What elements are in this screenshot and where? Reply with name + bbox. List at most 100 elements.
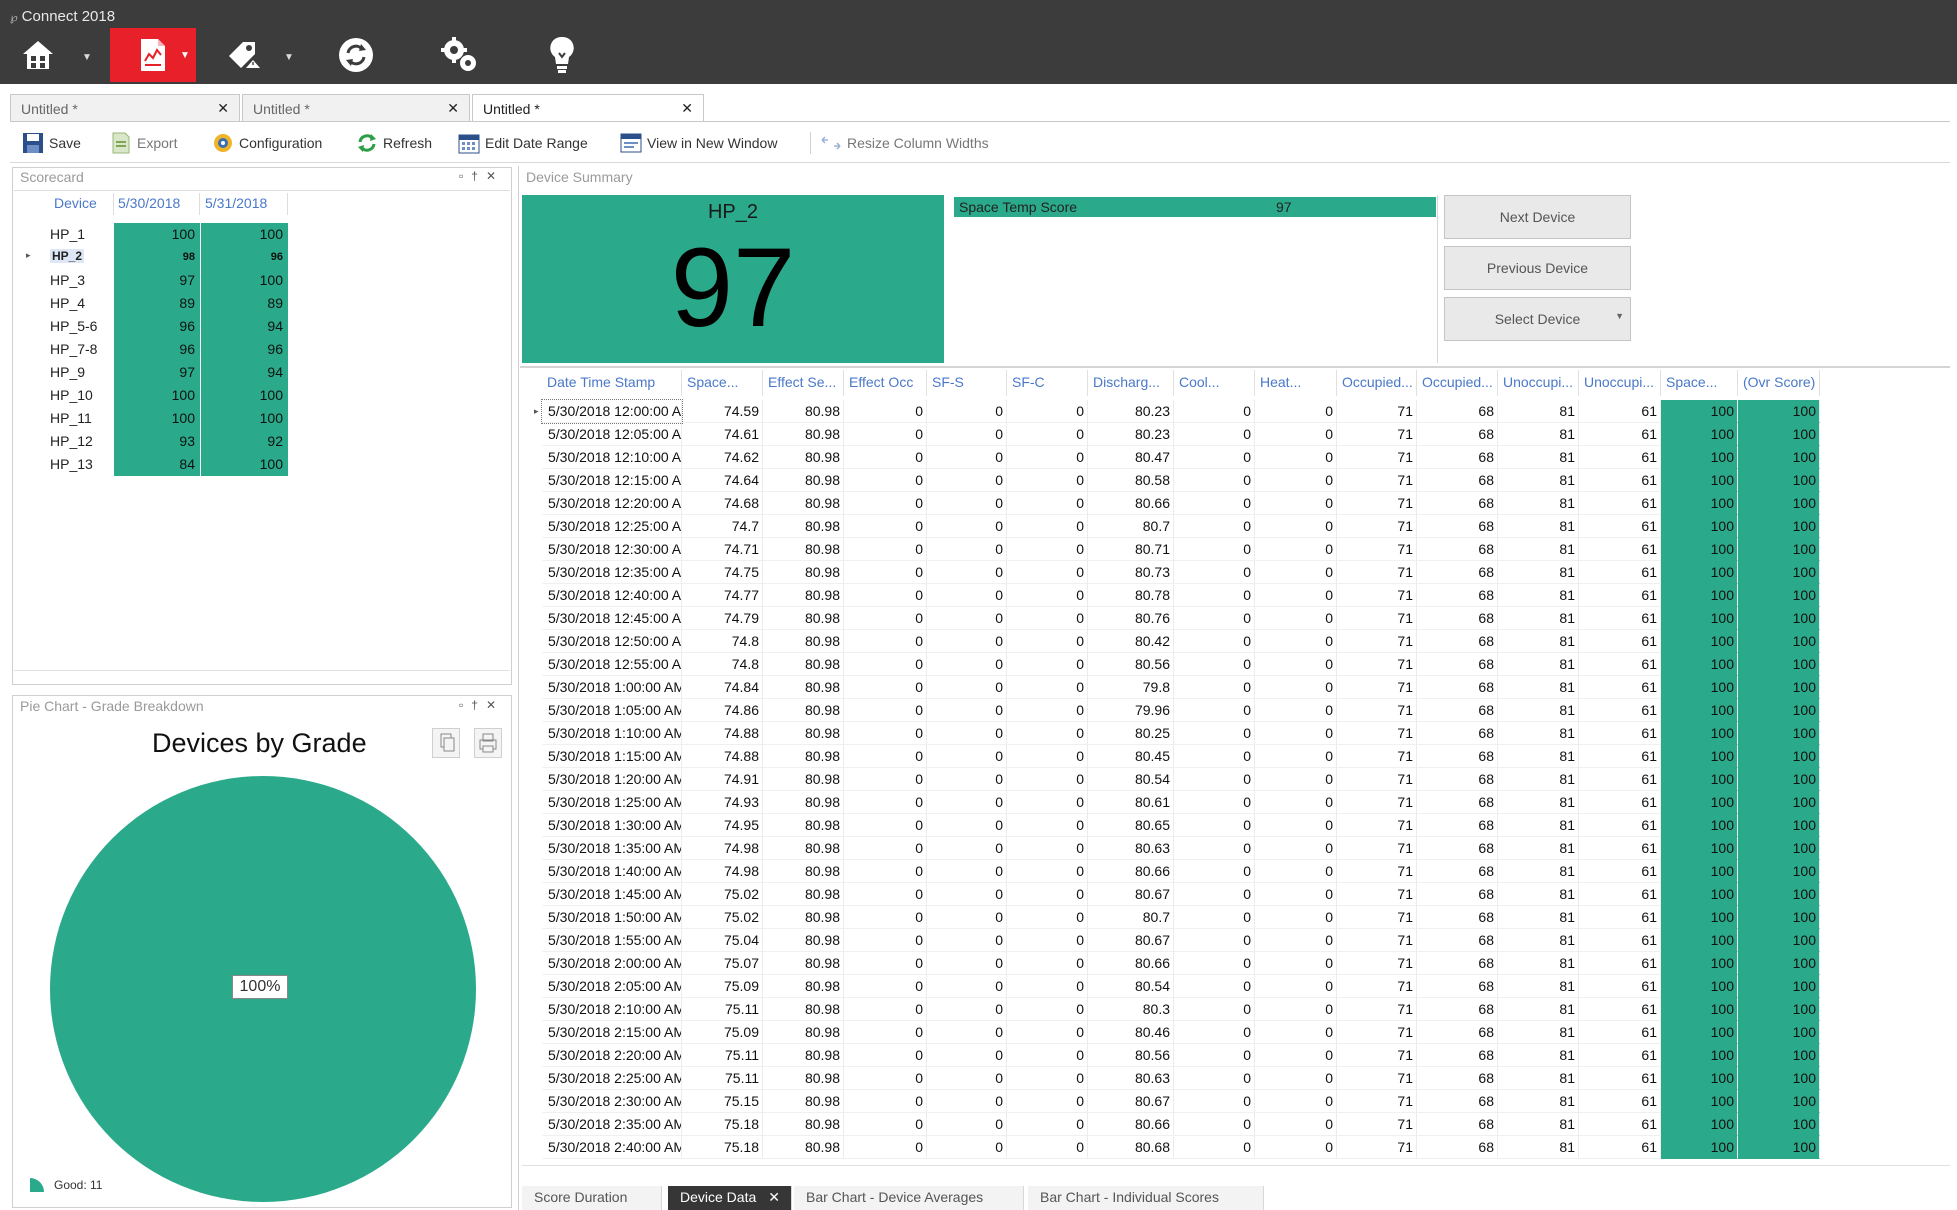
grid-value-cell[interactable]: 0 [1174, 1113, 1255, 1136]
grid-value-cell[interactable]: 100 [1661, 446, 1738, 469]
grid-value-cell[interactable]: 71 [1337, 998, 1417, 1021]
grid-value-cell[interactable]: 75.18 [682, 1136, 763, 1159]
copy-chart-button[interactable] [432, 728, 460, 758]
grid-value-cell[interactable]: 68 [1417, 653, 1498, 676]
grid-value-cell[interactable]: 80.45 [1088, 745, 1174, 768]
grid-value-cell[interactable]: 81 [1498, 653, 1579, 676]
grid-value-cell[interactable]: 0 [1007, 1113, 1088, 1136]
scorecard-hscrollbar[interactable] [14, 670, 510, 682]
previous-device-button[interactable]: Previous Device [1444, 246, 1631, 290]
grid-timestamp-cell[interactable]: 5/30/2018 1:35:00 AM [542, 837, 682, 860]
grid-value-cell[interactable]: 68 [1417, 584, 1498, 607]
grid-value-cell[interactable]: 0 [1255, 561, 1337, 584]
grid-value-cell[interactable]: 81 [1498, 492, 1579, 515]
grid-value-cell[interactable]: 0 [844, 676, 927, 699]
grid-value-cell[interactable]: 80.61 [1088, 791, 1174, 814]
grid-timestamp-cell[interactable]: 5/30/2018 12:25:00 AM [542, 515, 682, 538]
grid-timestamp-cell[interactable]: 5/30/2018 1:05:00 AM [542, 699, 682, 722]
grid-value-cell[interactable]: 100 [1738, 538, 1820, 561]
grid-value-cell[interactable]: 0 [1255, 998, 1337, 1021]
grid-value-cell[interactable]: 80.98 [763, 952, 844, 975]
grid-value-cell[interactable]: 100 [1661, 952, 1738, 975]
grid-value-cell[interactable]: 68 [1417, 975, 1498, 998]
grid-value-cell[interactable]: 0 [1174, 446, 1255, 469]
grid-value-cell[interactable]: 0 [844, 607, 927, 630]
grid-value-cell[interactable]: 80.63 [1088, 1067, 1174, 1090]
grid-timestamp-cell[interactable]: 5/30/2018 1:15:00 AM [542, 745, 682, 768]
grid-column-header[interactable]: Cool... [1174, 370, 1255, 396]
grid-value-cell[interactable]: 68 [1417, 814, 1498, 837]
grid-value-cell[interactable]: 0 [927, 584, 1007, 607]
grid-value-cell[interactable]: 0 [927, 722, 1007, 745]
grid-column-header[interactable]: Date Time Stamp [542, 370, 682, 396]
grid-value-cell[interactable]: 81 [1498, 1021, 1579, 1044]
grid-value-cell[interactable]: 0 [1174, 423, 1255, 446]
grid-timestamp-cell[interactable]: 5/30/2018 1:25:00 AM [542, 791, 682, 814]
grid-value-cell[interactable]: 80.56 [1088, 653, 1174, 676]
grid-value-cell[interactable]: 74.8 [682, 653, 763, 676]
export-button[interactable]: Export [110, 130, 177, 156]
grid-value-cell[interactable]: 74.77 [682, 584, 763, 607]
grid-value-cell[interactable]: 0 [927, 561, 1007, 584]
grid-value-cell[interactable]: 61 [1579, 515, 1661, 538]
grid-value-cell[interactable]: 61 [1579, 952, 1661, 975]
grid-value-cell[interactable]: 100 [1661, 630, 1738, 653]
grid-value-cell[interactable]: 0 [1255, 1021, 1337, 1044]
grid-value-cell[interactable]: 68 [1417, 837, 1498, 860]
grid-value-cell[interactable]: 0 [1007, 561, 1088, 584]
grid-value-cell[interactable]: 0 [844, 929, 927, 952]
grid-value-cell[interactable]: 80.76 [1088, 607, 1174, 630]
grid-value-cell[interactable]: 100 [1738, 1044, 1820, 1067]
grid-value-cell[interactable]: 80.98 [763, 998, 844, 1021]
grid-value-cell[interactable]: 80.98 [763, 791, 844, 814]
grid-value-cell[interactable]: 81 [1498, 860, 1579, 883]
grid-value-cell[interactable]: 0 [1255, 676, 1337, 699]
grid-value-cell[interactable]: 74.62 [682, 446, 763, 469]
grid-value-cell[interactable]: 68 [1417, 860, 1498, 883]
grid-value-cell[interactable]: 74.8 [682, 630, 763, 653]
grid-value-cell[interactable]: 71 [1337, 400, 1417, 423]
grid-value-cell[interactable]: 61 [1579, 400, 1661, 423]
grid-timestamp-cell[interactable]: 5/30/2018 12:10:00 AM [542, 446, 682, 469]
grid-value-cell[interactable]: 81 [1498, 906, 1579, 929]
grid-value-cell[interactable]: 71 [1337, 860, 1417, 883]
grid-value-cell[interactable]: 100 [1738, 515, 1820, 538]
grid-value-cell[interactable]: 100 [1661, 607, 1738, 630]
grid-value-cell[interactable]: 0 [1255, 952, 1337, 975]
grid-value-cell[interactable]: 68 [1417, 791, 1498, 814]
grid-value-cell[interactable]: 68 [1417, 699, 1498, 722]
grid-value-cell[interactable]: 81 [1498, 561, 1579, 584]
grid-value-cell[interactable]: 0 [1255, 1090, 1337, 1113]
grid-value-cell[interactable]: 0 [844, 515, 927, 538]
grid-value-cell[interactable]: 0 [1174, 814, 1255, 837]
grid-value-cell[interactable]: 0 [1007, 768, 1088, 791]
grid-value-cell[interactable]: 68 [1417, 561, 1498, 584]
grid-value-cell[interactable]: 81 [1498, 400, 1579, 423]
grid-value-cell[interactable]: 68 [1417, 1021, 1498, 1044]
grid-value-cell[interactable]: 80.98 [763, 814, 844, 837]
grid-value-cell[interactable]: 74.79 [682, 607, 763, 630]
grid-value-cell[interactable]: 100 [1661, 1021, 1738, 1044]
grid-value-cell[interactable]: 0 [844, 883, 927, 906]
grid-value-cell[interactable]: 0 [1174, 722, 1255, 745]
score-item[interactable]: Space Temp Score 97 [954, 197, 1436, 217]
grid-value-cell[interactable]: 0 [927, 791, 1007, 814]
grid-value-cell[interactable]: 100 [1738, 492, 1820, 515]
grid-value-cell[interactable]: 80.98 [763, 1021, 844, 1044]
grid-value-cell[interactable]: 68 [1417, 400, 1498, 423]
grid-value-cell[interactable]: 0 [844, 1044, 927, 1067]
grid-value-cell[interactable]: 71 [1337, 630, 1417, 653]
grid-timestamp-cell[interactable]: 5/30/2018 2:20:00 AM [542, 1044, 682, 1067]
grid-value-cell[interactable]: 0 [1007, 791, 1088, 814]
grid-value-cell[interactable]: 0 [1174, 1136, 1255, 1159]
grid-value-cell[interactable]: 0 [1007, 469, 1088, 492]
grid-value-cell[interactable]: 81 [1498, 768, 1579, 791]
grid-value-cell[interactable]: 81 [1498, 791, 1579, 814]
grid-value-cell[interactable]: 74.61 [682, 423, 763, 446]
close-icon[interactable]: ✕ [681, 100, 693, 117]
grid-value-cell[interactable]: 0 [1255, 722, 1337, 745]
grid-timestamp-cell[interactable]: 5/30/2018 1:50:00 AM [542, 906, 682, 929]
grid-value-cell[interactable]: 75.15 [682, 1090, 763, 1113]
grid-value-cell[interactable]: 75.11 [682, 998, 763, 1021]
grid-timestamp-cell[interactable]: 5/30/2018 1:45:00 AM [542, 883, 682, 906]
